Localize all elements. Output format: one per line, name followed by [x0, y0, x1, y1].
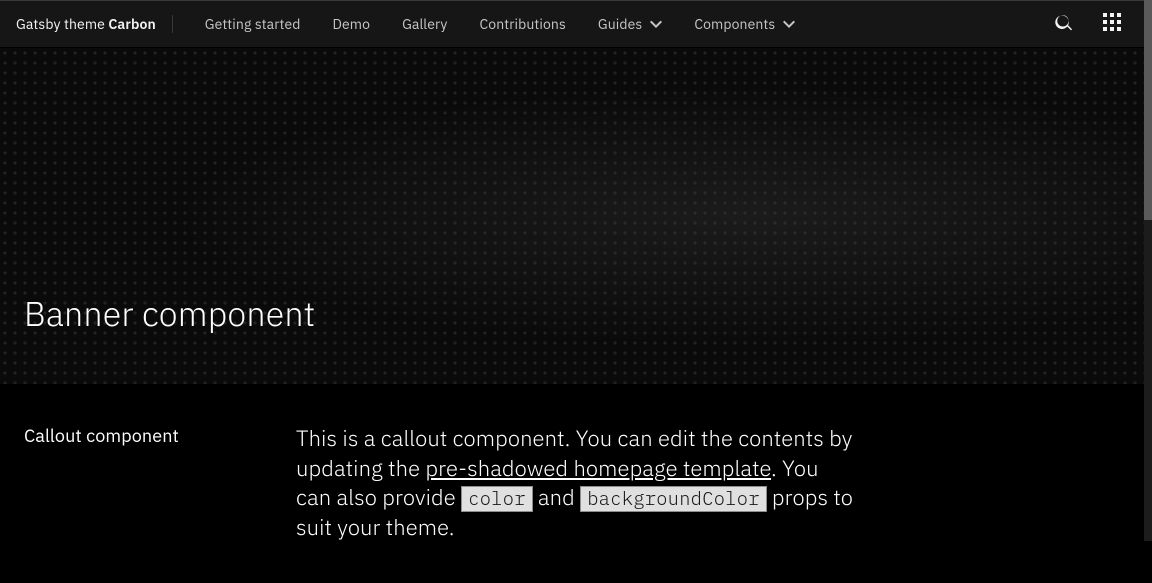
callout-title: Callout component — [24, 424, 296, 543]
site-header: Gatsby theme Carbon Getting started Demo… — [0, 0, 1152, 48]
nav-label: Demo — [333, 15, 371, 33]
code-token: backgroundColor — [580, 486, 767, 512]
code-token: color — [461, 486, 533, 512]
header-actions — [1040, 0, 1136, 48]
nav-label: Guides — [598, 15, 642, 33]
nav-label: Gallery — [402, 15, 447, 33]
nav-label: Components — [694, 15, 775, 33]
nav-item-components[interactable]: Components — [678, 0, 811, 48]
scrollbar-track[interactable] — [1144, 0, 1152, 541]
app-switcher-button[interactable] — [1088, 0, 1136, 48]
nav-item-getting-started[interactable]: Getting started — [189, 0, 317, 48]
nav-item-contributions[interactable]: Contributions — [463, 0, 581, 48]
nav-item-guides[interactable]: Guides — [582, 0, 678, 48]
nav-item-demo[interactable]: Demo — [317, 0, 387, 48]
chevron-down-icon — [650, 18, 662, 30]
callout-body: This is a callout component. You can edi… — [296, 424, 856, 543]
brand-name: Carbon — [108, 15, 155, 33]
search-button[interactable] — [1040, 0, 1088, 48]
app-switcher-icon — [1103, 13, 1121, 36]
nav-label: Getting started — [205, 15, 301, 33]
callout-text: and — [533, 483, 581, 512]
chevron-down-icon — [783, 18, 795, 30]
banner-title: Banner component — [24, 292, 315, 336]
nav-item-gallery[interactable]: Gallery — [386, 0, 463, 48]
callout-link[interactable]: pre-shadowed homepage template — [425, 454, 771, 483]
scrollbar-thumb[interactable] — [1144, 0, 1152, 220]
banner: Banner component — [0, 48, 1152, 384]
nav-label: Contributions — [479, 15, 565, 33]
main-nav: Getting started Demo Gallery Contributio… — [189, 0, 812, 48]
brand-prefix: Gatsby theme — [16, 15, 108, 33]
callout-section: Callout component This is a callout comp… — [0, 384, 1152, 583]
site-brand[interactable]: Gatsby theme Carbon — [16, 15, 173, 33]
search-icon — [1055, 13, 1073, 36]
